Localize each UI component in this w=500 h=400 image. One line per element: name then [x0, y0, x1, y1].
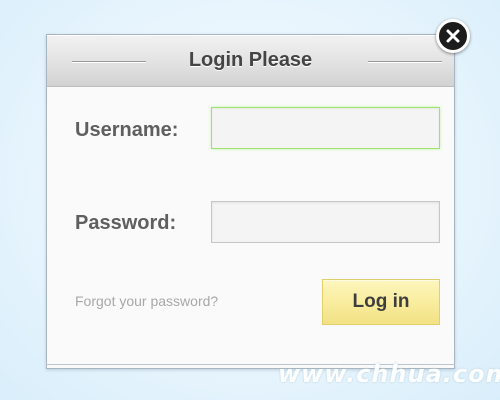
forgot-password-link[interactable]: Forgot your password?	[75, 293, 218, 309]
username-input[interactable]	[211, 107, 440, 149]
close-button[interactable]	[436, 19, 470, 53]
header-divider-right	[368, 61, 442, 63]
close-icon	[446, 29, 460, 43]
login-dialog: Login Please Username: Password: Forgot …	[46, 34, 455, 369]
watermark-text: www.chhua.com	[278, 360, 500, 388]
dialog-header: Login Please	[47, 35, 454, 87]
login-button[interactable]: Log in	[322, 279, 440, 325]
password-label: Password:	[75, 212, 177, 234]
username-label: Username:	[75, 119, 179, 141]
password-input[interactable]	[211, 201, 440, 243]
